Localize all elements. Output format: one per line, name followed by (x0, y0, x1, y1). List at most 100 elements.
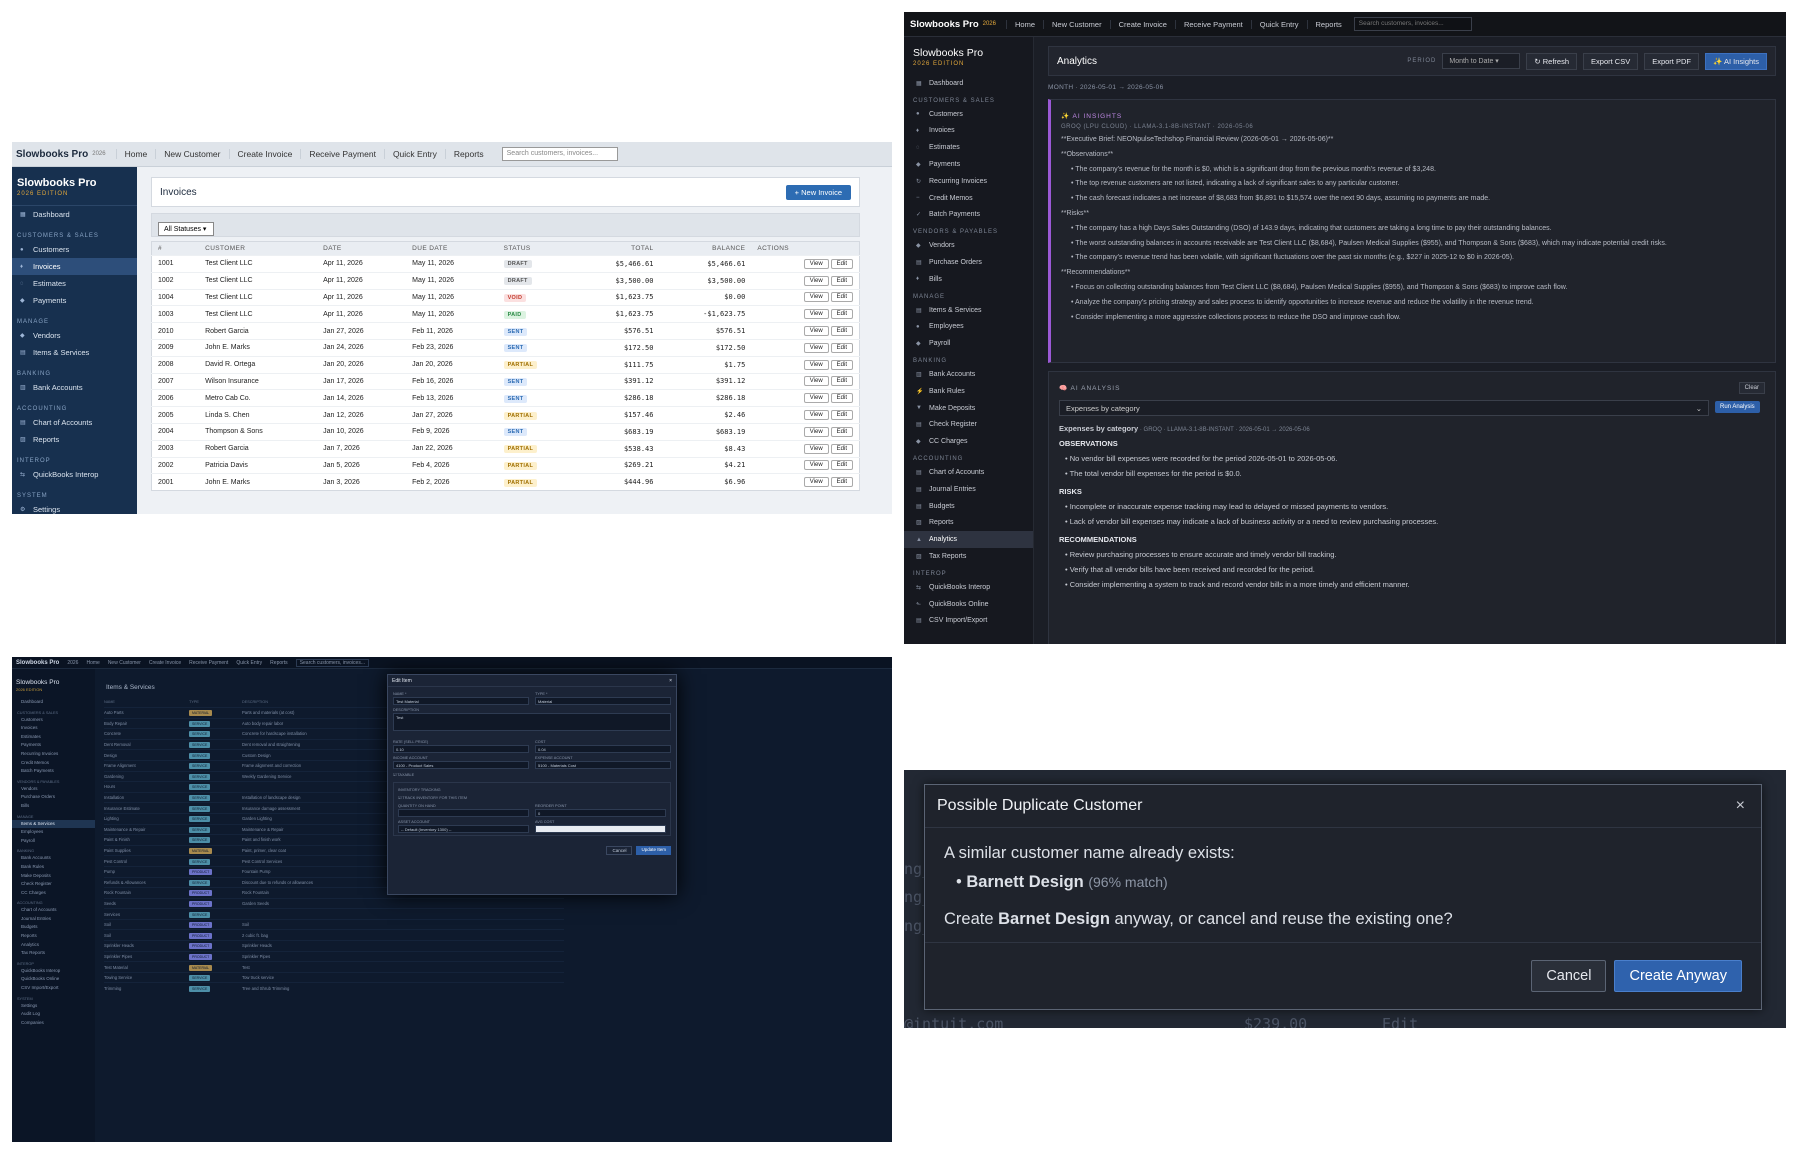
export-csv-button[interactable]: Export CSV (1583, 52, 1639, 70)
edit-button[interactable]: Edit (830, 292, 853, 303)
search-input[interactable]: Search customers, invoices... (295, 658, 369, 667)
analysis-select[interactable]: Expenses by category ⌄ (1059, 400, 1709, 416)
sidebar-item-bank-accounts[interactable]: Bank Accounts (12, 854, 95, 863)
sidebar-item-estimates[interactable]: ◌ Estimates (12, 275, 137, 292)
nav-home[interactable]: Home (86, 660, 99, 666)
sidebar-item-audit-log[interactable]: Audit Log (12, 1010, 95, 1019)
sidebar-item-vendors[interactable]: ◆ Vendors (12, 327, 137, 344)
sidebar-item-budgets[interactable]: Budgets (12, 923, 95, 932)
nav-quick-entry[interactable]: Quick Entry (1250, 19, 1307, 29)
edit-button[interactable]: Edit (830, 258, 853, 269)
sidebar-item-companies[interactable]: Companies (12, 1019, 95, 1028)
cancel-button[interactable]: Cancel (1531, 960, 1607, 992)
view-button[interactable]: View (803, 309, 829, 320)
sidebar-item-quickbooks-online[interactable]: ⬑ QuickBooks Online (904, 596, 1033, 613)
view-button[interactable]: View (803, 443, 829, 454)
edit-button[interactable]: Edit (830, 359, 853, 370)
sidebar-item-vendors[interactable]: Vendors (12, 785, 95, 794)
sidebar-item-settings[interactable]: Settings (12, 1002, 95, 1011)
sidebar-item-journal-entries[interactable]: ▤ Journal Entries (904, 481, 1033, 498)
type-select[interactable]: Material (535, 697, 671, 705)
sidebar-item-bank-accounts[interactable]: ▥ Bank Accounts (12, 379, 137, 396)
sidebar-item-reports[interactable]: ▨ Reports (12, 431, 137, 448)
edit-button[interactable]: Edit (830, 443, 853, 454)
edit-button[interactable]: Edit (830, 309, 853, 320)
view-button[interactable]: View (803, 359, 829, 370)
table-row[interactable]: Test Material MATERIAL Test (104, 961, 564, 972)
name-field[interactable]: Test Material (393, 697, 529, 705)
sidebar-item-items-services[interactable]: Items & Services (12, 819, 95, 829)
nav-receive-payment[interactable]: Receive Payment (1174, 19, 1251, 29)
view-button[interactable]: View (803, 275, 829, 286)
nav-home[interactable]: Home (1005, 19, 1043, 29)
sidebar-item-payments[interactable]: Payments (12, 741, 95, 750)
status-filter-select[interactable]: All Statuses ▾ (158, 222, 214, 236)
nav-new-customer[interactable]: New Customer (155, 149, 228, 159)
table-row[interactable]: Trimming SERVICE Tree and Shrub Trimming (104, 982, 564, 993)
view-button[interactable]: View (803, 477, 829, 488)
edit-button[interactable]: Edit (830, 410, 853, 421)
expense-account-select[interactable]: 5100 - Materials Cost (535, 761, 671, 769)
table-row[interactable]: 1001 Test Client LLC Apr 11, 2026 May 11, 2… (151, 255, 860, 273)
sidebar-item-credit-memos[interactable]: Credit Memos (12, 759, 95, 768)
table-row[interactable]: 2003 Robert Garcia Jan 7, 2026 Jan 22, 2026… (151, 439, 860, 458)
rate-field[interactable]: 0.10 (393, 745, 529, 753)
sidebar-item-employees[interactable]: ● Employees (904, 319, 1033, 336)
view-button[interactable]: View (803, 258, 829, 269)
close-icon[interactable]: × (1736, 797, 1745, 815)
sidebar-item-recurring-invoices[interactable]: Recurring Invoices (12, 750, 95, 759)
sidebar-item-reports[interactable]: ▨ Reports (904, 515, 1033, 532)
sidebar-item-estimates[interactable]: ◌ Estimates (904, 139, 1033, 156)
sidebar-item-payments[interactable]: ◆ Payments (12, 292, 137, 309)
close-icon[interactable]: × (669, 678, 672, 684)
table-row[interactable]: 1003 Test Client LLC Apr 11, 2026 May 11, 2… (151, 305, 860, 323)
sidebar-item-employees[interactable]: Employees (12, 828, 95, 837)
edit-button[interactable]: Edit (830, 275, 853, 286)
edit-button[interactable]: Edit (830, 393, 853, 404)
taxable-checkbox[interactable]: ☑ TAXABLE (393, 772, 671, 777)
sidebar-item-check-register[interactable]: ▤ Check Register (904, 417, 1033, 434)
table-row[interactable]: 2001 John E. Marks Jan 3, 2026 Feb 2, 2026 P… (151, 473, 860, 491)
nav-new-customer[interactable]: New Customer (108, 660, 141, 666)
search-input[interactable]: Search customers, invoices... (501, 147, 618, 161)
sidebar-item-customers[interactable]: Customers (12, 716, 95, 725)
table-row[interactable]: 2007 Wilson Insurance Jan 17, 2026 Feb 16, … (151, 372, 860, 390)
sidebar-item-bills[interactable]: ♦ Bills (904, 271, 1033, 288)
sidebar-item-payments[interactable]: ◆ Payments (904, 156, 1033, 173)
sidebar-item-chart-of-accounts[interactable]: ▤ Chart of Accounts (12, 414, 137, 431)
new-invoice-button[interactable]: + New Invoice (785, 184, 851, 200)
table-row[interactable]: 2009 John E. Marks Jan 24, 2026 Feb 23, 202… (151, 338, 860, 357)
nav-quick-entry[interactable]: Quick Entry (236, 660, 262, 666)
view-button[interactable]: View (803, 326, 829, 337)
sidebar-item-csv-import-export[interactable]: CSV Import/Export (12, 984, 95, 993)
sidebar-item-check-register[interactable]: Check Register (12, 880, 95, 889)
sidebar-item-quickbooks-online[interactable]: QuickBooks Online (12, 975, 95, 984)
nav-reports[interactable]: Reports (444, 149, 492, 159)
sidebar-item-quickbooks-interop[interactable]: QuickBooks Interop (12, 967, 95, 976)
view-button[interactable]: View (803, 460, 829, 471)
sidebar-item-recurring-invoices[interactable]: ↻ Recurring Invoices (904, 173, 1033, 190)
table-row[interactable]: 1002 Test Client LLC Apr 11, 2026 May 11, 2… (151, 271, 860, 290)
table-row[interactable]: Sprinkler Heads PRODUCT Sprinkler Heads (104, 940, 564, 951)
edit-button[interactable]: Edit (830, 477, 853, 488)
view-button[interactable]: View (803, 376, 829, 387)
nav-create-invoice[interactable]: Create Invoice (228, 149, 301, 159)
sidebar-item-bank-rules[interactable]: ⚡ Bank Rules (904, 383, 1033, 400)
sidebar-item-journal-entries[interactable]: Journal Entries (12, 915, 95, 924)
sidebar-item-dashboard[interactable]: ▦ Dashboard (12, 206, 137, 223)
edit-button[interactable]: Edit (830, 326, 853, 337)
description-field[interactable]: Test (393, 713, 671, 731)
nav-receive-payment[interactable]: Receive Payment (189, 660, 228, 666)
table-row[interactable]: 2008 David R. Ortega Jan 20, 2026 Jan 20, 2… (151, 355, 860, 374)
refresh-button[interactable]: ↻ Refresh (1526, 52, 1578, 70)
sidebar-item-bank-accounts[interactable]: ▥ Bank Accounts (904, 366, 1033, 383)
table-row[interactable]: Sprinkler Pipes PRODUCT Sprinkler Pipes (104, 950, 564, 962)
sidebar-item-csv-import-export[interactable]: ▤ CSV Import/Export (904, 613, 1033, 630)
nav-receive-payment[interactable]: Receive Payment (300, 149, 384, 159)
view-button[interactable]: View (803, 410, 829, 421)
cancel-button[interactable]: Cancel (606, 846, 633, 855)
income-account-select[interactable]: 4100 - Product Sales (393, 761, 529, 769)
sidebar-item-payroll[interactable]: ◆ Payroll (904, 335, 1033, 352)
asset-account-select[interactable]: -- Default (Inventory 1300) -- (398, 825, 529, 833)
clear-button[interactable]: Clear (1738, 382, 1765, 394)
